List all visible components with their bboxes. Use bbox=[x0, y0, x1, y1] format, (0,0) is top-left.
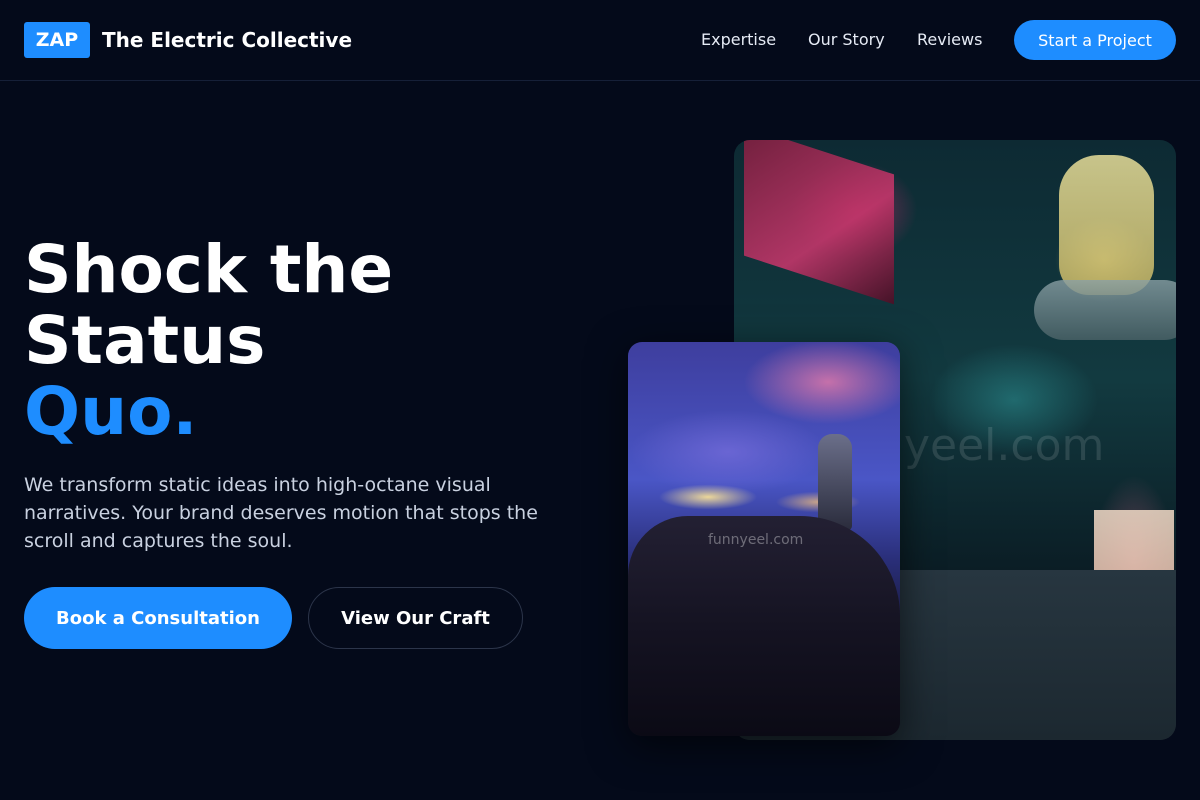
hero-title-accent: Quo. bbox=[24, 373, 198, 450]
alley-lantern bbox=[1059, 155, 1154, 295]
top-nav: ZAP The Electric Collective Expertise Ou… bbox=[0, 0, 1200, 81]
nav-link-reviews[interactable]: Reviews bbox=[917, 28, 982, 52]
hero-subtitle: We transform static ideas into high-octa… bbox=[24, 474, 538, 552]
hero-title: Shock the Status Quo. bbox=[24, 234, 393, 447]
standing-figure bbox=[818, 434, 852, 530]
start-project-button[interactable]: Start a Project bbox=[1014, 20, 1176, 60]
alley-pipe bbox=[1034, 280, 1176, 340]
hero-title-line-1: Shock the bbox=[24, 231, 394, 308]
foreground-rock bbox=[628, 516, 900, 736]
night-city-image: funnyeel.com bbox=[628, 342, 900, 736]
book-consultation-button[interactable]: Book a Consultation bbox=[24, 587, 292, 649]
watermark-large: yeel.com bbox=[904, 420, 1105, 471]
brand-name[interactable]: The Electric Collective bbox=[102, 26, 352, 54]
watermark-small: funnyeel.com bbox=[708, 532, 804, 548]
view-craft-button[interactable]: View Our Craft bbox=[308, 587, 523, 649]
hero-title-line-2: Status bbox=[24, 302, 266, 379]
nav-link-expertise[interactable]: Expertise bbox=[701, 28, 776, 52]
nav-link-our-story[interactable]: Our Story bbox=[808, 28, 885, 52]
logo-badge[interactable]: ZAP bbox=[24, 22, 90, 58]
alley-awning bbox=[744, 140, 894, 305]
